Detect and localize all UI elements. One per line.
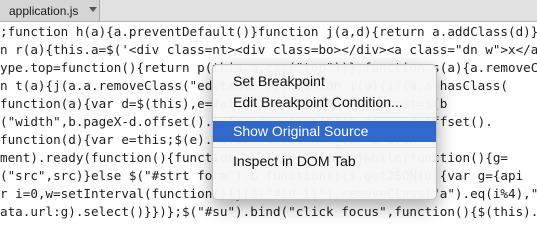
menu-item-set-breakpoint[interactable]: Set Breakpoint (213, 71, 436, 92)
tab-bar: application.js (0, 0, 537, 22)
debugger-window: application.js ;function h(a){a.preventD… (0, 0, 537, 224)
menu-item-show-original-source[interactable]: Show Original Source (213, 121, 436, 142)
menu-item-inspect-in-dom-tab[interactable]: Inspect in DOM Tab (213, 151, 436, 172)
chevron-down-icon[interactable] (88, 5, 98, 15)
code-line: ata.url:g).select()}})};$("#su").bind("c… (0, 204, 537, 219)
menu-separator (213, 147, 436, 148)
tab-application-js[interactable]: application.js (0, 0, 100, 21)
menu-item-edit-breakpoint-condition[interactable]: Edit Breakpoint Condition... (213, 92, 436, 113)
code-line: n r(a){this.a=$('<div class=nt><div clas… (0, 42, 537, 57)
menu-separator (213, 117, 436, 118)
tab-title: application.js (9, 3, 79, 18)
code-line: ;function h(a){a.preventDefault()}functi… (0, 24, 537, 39)
context-menu: Set Breakpoint Edit Breakpoint Condition… (212, 64, 437, 200)
